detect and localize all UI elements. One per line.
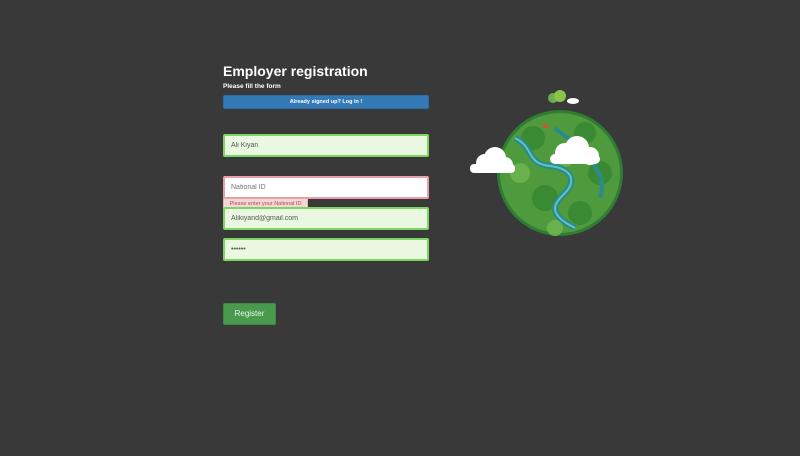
registration-form: Employer registration Please fill the fo… [223, 62, 429, 325]
form-subtitle: Please fill the form [223, 83, 281, 90]
globe-illustration [455, 88, 635, 248]
globe-icon [470, 90, 623, 236]
national-id-field[interactable] [223, 176, 429, 199]
login-button[interactable]: Already signed up? Log in ! [223, 95, 429, 109]
name-field[interactable] [223, 134, 429, 157]
password-field[interactable] [223, 238, 429, 261]
email-field[interactable] [223, 207, 429, 230]
register-button[interactable]: Register [223, 303, 276, 325]
page-title: Employer registration [223, 63, 368, 79]
